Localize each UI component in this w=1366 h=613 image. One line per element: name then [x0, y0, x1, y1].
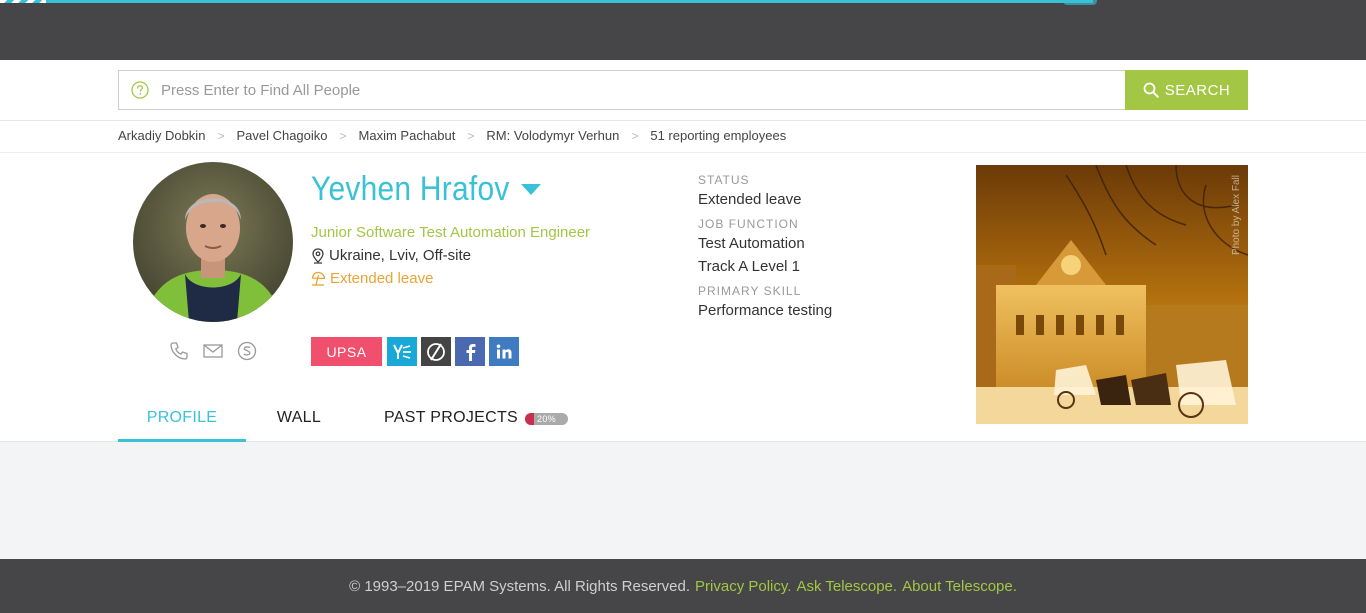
search-input[interactable] [161, 71, 1111, 109]
search-button-label: SEARCH [1164, 81, 1231, 99]
track-value: Track A Level 1 [698, 258, 800, 275]
profile-tabs: PROFILE WALL PAST PROJECTS 20% [118, 401, 569, 442]
past-projects-progress-fill [525, 413, 534, 425]
primary-skill-value: Performance testing [698, 302, 833, 319]
breadcrumb-item[interactable]: RM: Volodymyr Verhun [486, 128, 619, 143]
location-pin-icon [312, 247, 324, 264]
chevron-right-icon: > [339, 128, 347, 143]
tab-profile[interactable]: PROFILE [118, 401, 246, 442]
search-button[interactable]: SEARCH [1125, 70, 1248, 110]
location-photo: Photo by Alex Fall [976, 165, 1248, 424]
breadcrumb-item[interactable]: Pavel Chagoiko [236, 128, 327, 143]
skype-icon[interactable] [236, 340, 258, 362]
location-text: Ukraine, Lviv, Off-site [329, 247, 471, 264]
linkedin-icon[interactable] [489, 337, 519, 366]
leave-status: Extended leave [311, 270, 433, 287]
tab-wall[interactable]: WALL [246, 401, 352, 442]
job-function-label: JOB FUNCTION [698, 217, 799, 231]
tab-past-projects[interactable]: PAST PROJECTS 20% [352, 401, 569, 442]
past-projects-progress-badge: 20% [525, 413, 569, 425]
contact-icons [168, 340, 258, 362]
leave-status-text: Extended leave [330, 270, 434, 287]
help-icon[interactable] [131, 81, 149, 99]
past-projects-progress-text: 20% [537, 414, 556, 424]
privacy-policy-link[interactable]: Privacy Policy. [695, 578, 791, 595]
search-band: SEARCH [0, 60, 1366, 121]
phone-icon[interactable] [168, 340, 190, 362]
primary-skill-label: PRIMARY SKILL [698, 284, 802, 298]
profile-badges: UPSA [311, 337, 519, 366]
upwork-icon[interactable] [421, 337, 451, 366]
profile-info: STATUS Extended leave JOB FUNCTION Test … [698, 173, 832, 328]
yammer-icon[interactable] [387, 337, 417, 366]
photo-credit: Photo by Alex Fall [1231, 175, 1242, 256]
job-function-value: Test Automation [698, 235, 805, 252]
job-title[interactable]: Junior Software Test Automation Engineer [311, 224, 590, 241]
person-name: Yevhen Hrafov [311, 170, 510, 208]
page-load-progress-glow [1062, 0, 1097, 5]
name-row: Yevhen Hrafov [311, 170, 541, 209]
profile-header: Yevhen Hrafov Junior Software Test Autom… [0, 153, 1366, 442]
page-load-progress-stripes [0, 0, 46, 3]
avatar [133, 162, 293, 322]
footer: © 1993–2019 EPAM Systems. All Rights Res… [0, 559, 1366, 613]
beach-umbrella-icon [311, 271, 326, 286]
copyright-text: © 1993–2019 EPAM Systems. All Rights Res… [349, 577, 691, 595]
search-box [118, 70, 1126, 110]
caret-down-icon[interactable] [520, 183, 541, 196]
status-value: Extended leave [698, 191, 802, 208]
chevron-right-icon: > [631, 128, 639, 143]
chevron-right-icon: > [217, 128, 225, 143]
status-label: STATUS [698, 173, 750, 187]
breadcrumb: Arkadiy Dobkin > Pavel Chagoiko > Maxim … [0, 121, 1366, 153]
tab-past-projects-label: PAST PROJECTS [384, 409, 519, 426]
chevron-right-icon: > [467, 128, 475, 143]
email-icon[interactable] [202, 340, 224, 362]
breadcrumb-item[interactable]: Arkadiy Dobkin [118, 128, 205, 143]
ask-telescope-link[interactable]: Ask Telescope. [796, 578, 897, 595]
location: Ukraine, Lviv, Off-site [311, 247, 471, 264]
breadcrumb-item-reports[interactable]: 51 reporting employees [650, 128, 786, 143]
about-telescope-link[interactable]: About Telescope. [902, 578, 1017, 595]
search-icon [1143, 82, 1159, 98]
facebook-icon[interactable] [455, 337, 485, 366]
breadcrumb-item[interactable]: Maxim Pachabut [359, 128, 456, 143]
page-load-progress [0, 0, 1366, 5]
page-load-progress-fill [0, 0, 1093, 3]
top-bar [0, 0, 1366, 60]
upsa-badge[interactable]: UPSA [311, 337, 382, 366]
